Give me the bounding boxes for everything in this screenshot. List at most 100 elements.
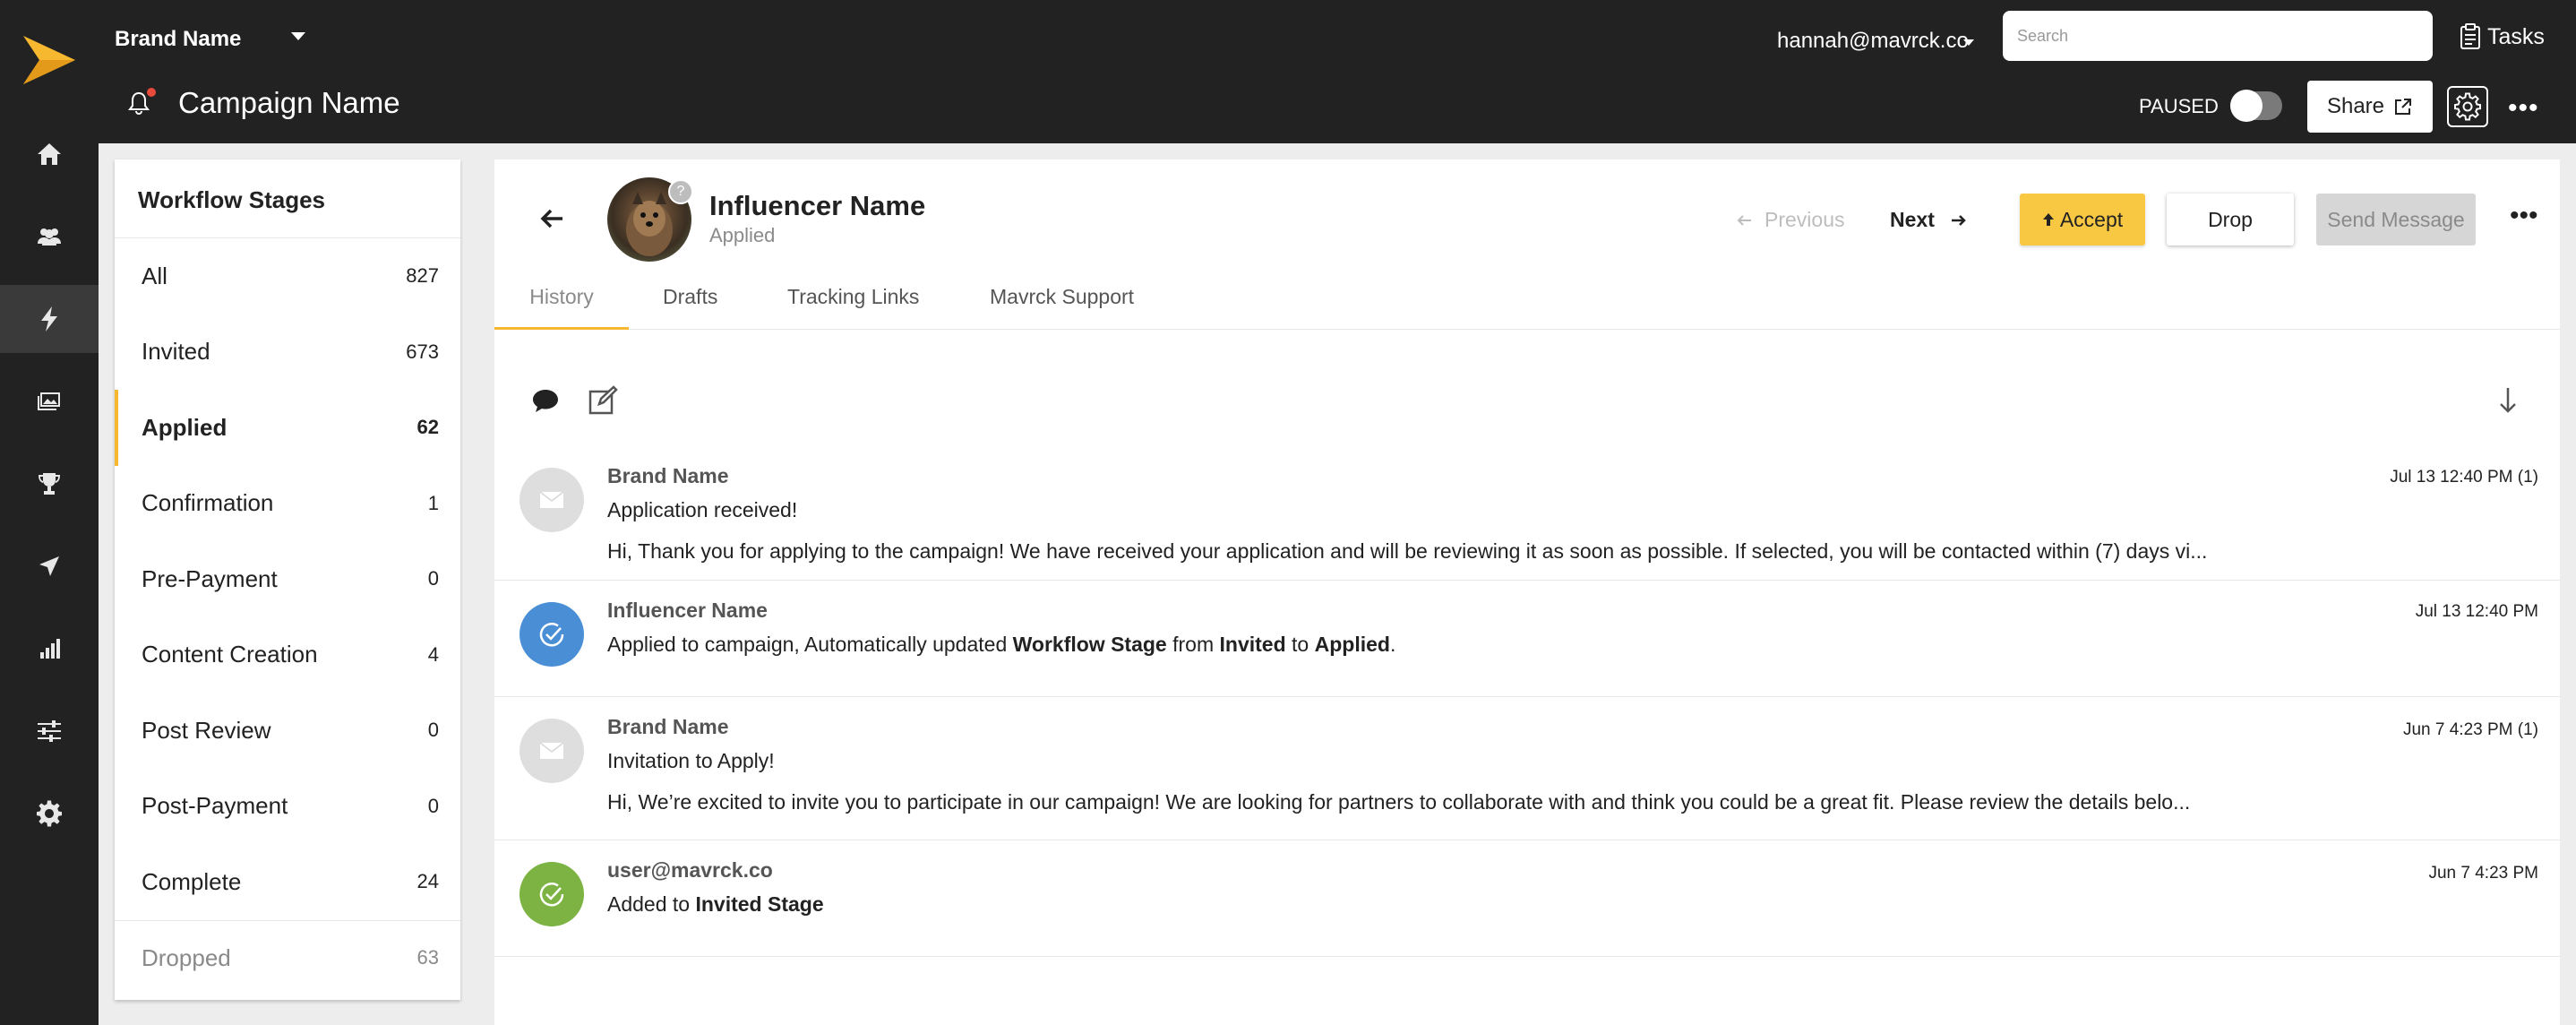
gear-icon xyxy=(37,800,62,827)
stage-invited[interactable]: Invited 673 xyxy=(115,314,460,391)
entry-author: user@mavrck.co xyxy=(607,858,773,882)
nav-analytics[interactable] xyxy=(0,615,99,683)
stage-label: Applied xyxy=(142,413,228,441)
check-circle-icon xyxy=(519,862,584,926)
stage-applied[interactable]: Applied 62 xyxy=(115,390,460,466)
arrow-right-icon xyxy=(1951,214,1966,226)
chat-bubble-icon[interactable] xyxy=(530,387,561,414)
nav-filters[interactable] xyxy=(0,697,99,765)
drop-button[interactable]: Drop xyxy=(2167,194,2294,245)
tab-drafts[interactable]: Drafts xyxy=(663,283,717,330)
entry-text-bold: Invited xyxy=(1219,633,1286,656)
trophy-icon xyxy=(39,473,60,495)
logo-icon[interactable] xyxy=(20,30,79,90)
entry-text-part: to xyxy=(1285,633,1315,656)
nav-send[interactable] xyxy=(0,532,99,600)
entry-timestamp: Jul 13 12:40 PM (1) xyxy=(2390,468,2538,487)
entry-author: Influencer Name xyxy=(607,599,768,622)
back-arrow-icon[interactable] xyxy=(537,204,566,233)
sort-down-icon[interactable] xyxy=(2497,385,2519,416)
tab-tracking-links[interactable]: Tracking Links xyxy=(787,283,919,330)
stage-count: 673 xyxy=(406,340,439,363)
history-entry[interactable]: Brand Name Jul 13 12:40 PM (1) Applicati… xyxy=(494,450,2560,581)
arrow-up-icon xyxy=(2042,213,2054,226)
stage-pre-payment[interactable]: Pre-Payment 0 xyxy=(115,541,460,617)
clipboard-icon xyxy=(2460,23,2480,49)
entry-text: Added to Invited Stage xyxy=(607,892,824,917)
nav-media[interactable] xyxy=(0,367,99,435)
history-entry[interactable]: Influencer Name Jul 13 12:40 PM Applied … xyxy=(494,581,2560,697)
stage-label: Content Creation xyxy=(142,641,318,668)
entry-text-bold: Applied xyxy=(1314,633,1390,656)
previous-button[interactable]: Previous xyxy=(1736,208,1844,232)
stage-label: Invited xyxy=(142,338,210,366)
stage-label: Confirmation xyxy=(142,489,274,517)
stage-content-creation[interactable]: Content Creation 4 xyxy=(115,617,460,693)
influencer-detail-panel: ? Influencer Name Applied Previous Next … xyxy=(494,159,2560,1025)
entry-timestamp: Jun 7 4:23 PM (1) xyxy=(2402,720,2538,739)
stage-label: Post Review xyxy=(142,716,271,744)
nav-activity[interactable] xyxy=(0,285,99,353)
stage-count: 24 xyxy=(416,870,439,893)
paused-label: PAUSED xyxy=(2139,95,2219,117)
caret-down-icon[interactable] xyxy=(291,32,305,40)
nav-home[interactable] xyxy=(0,120,99,188)
tasks-label: Tasks xyxy=(2487,23,2545,49)
gear-icon xyxy=(2454,92,2481,121)
detail-tabs: History Drafts Tracking Links Mavrck Sup… xyxy=(494,283,2560,330)
stage-count: 0 xyxy=(427,794,439,817)
top-bar: Brand Name Campaign Name hannah@mavrck.c… xyxy=(99,0,2576,143)
entry-text: Applied to campaign, Automatically updat… xyxy=(607,633,1395,657)
tab-history[interactable]: History xyxy=(494,283,629,330)
edit-icon[interactable] xyxy=(588,385,618,416)
entry-timestamp: Jul 13 12:40 PM xyxy=(2415,602,2538,621)
stage-count: 827 xyxy=(406,264,439,288)
people-icon xyxy=(38,228,61,245)
tab-mavrck-support[interactable]: Mavrck Support xyxy=(990,283,1134,330)
media-icon xyxy=(38,392,60,410)
stage-count: 0 xyxy=(427,719,439,742)
entry-text-part: from xyxy=(1166,633,1220,656)
next-button[interactable]: Next xyxy=(1890,208,1967,232)
entry-text-bold: Invited Stage xyxy=(695,892,824,916)
entry-subject: Application received! xyxy=(607,498,798,521)
entry-body: Hi, We’re excited to invite you to parti… xyxy=(607,790,2191,814)
mail-icon xyxy=(519,719,584,783)
tasks-button[interactable]: Tasks xyxy=(2459,23,2545,50)
stage-complete[interactable]: Complete 24 xyxy=(115,844,460,920)
share-button[interactable]: Share xyxy=(2307,81,2433,133)
send-message-button[interactable]: Send Message xyxy=(2316,194,2476,245)
question-badge[interactable]: ? xyxy=(668,179,693,204)
nav-people[interactable] xyxy=(0,202,99,271)
history-entry[interactable]: user@mavrck.co Jun 7 4:23 PM Added to In… xyxy=(494,840,2560,957)
stage-count: 1 xyxy=(427,491,439,514)
nav-settings[interactable] xyxy=(0,780,99,848)
user-menu[interactable]: hannah@mavrck.co xyxy=(1777,29,1969,54)
stage-post-payment[interactable]: Post-Payment 0 xyxy=(115,769,460,845)
more-options-icon[interactable]: ••• xyxy=(2508,93,2539,124)
entry-author: Brand Name xyxy=(607,464,729,487)
history-entry[interactable]: Brand Name Jun 7 4:23 PM (1) Invitation … xyxy=(494,697,2560,840)
campaign-title: Campaign Name xyxy=(178,86,400,119)
stage-label: Complete xyxy=(142,867,242,895)
previous-label: Previous xyxy=(1765,208,1845,231)
bolt-icon xyxy=(41,306,57,332)
entry-text-bold: Workflow Stage xyxy=(1012,633,1167,656)
caret-down-icon[interactable] xyxy=(1963,39,1974,46)
entry-body: Hi, Thank you for applying to the campai… xyxy=(607,539,2208,563)
search-input[interactable] xyxy=(2003,11,2433,61)
chart-icon xyxy=(40,639,60,659)
stage-all[interactable]: All 827 xyxy=(115,238,460,314)
campaign-settings-button[interactable] xyxy=(2447,86,2488,127)
stage-dropped[interactable]: Dropped 63 xyxy=(115,919,460,995)
toggle-knob[interactable] xyxy=(2230,90,2263,122)
stage-count: 63 xyxy=(416,946,439,969)
more-options-icon[interactable]: ••• xyxy=(2510,201,2538,231)
arrow-left-icon xyxy=(1737,214,1751,226)
accept-button[interactable]: Accept xyxy=(2020,194,2145,245)
stage-post-review[interactable]: Post Review 0 xyxy=(115,693,460,769)
brand-selector[interactable]: Brand Name xyxy=(115,27,241,52)
nav-trophy[interactable] xyxy=(0,450,99,518)
left-nav-rail xyxy=(0,0,99,1025)
stage-confirmation[interactable]: Confirmation 1 xyxy=(115,466,460,542)
